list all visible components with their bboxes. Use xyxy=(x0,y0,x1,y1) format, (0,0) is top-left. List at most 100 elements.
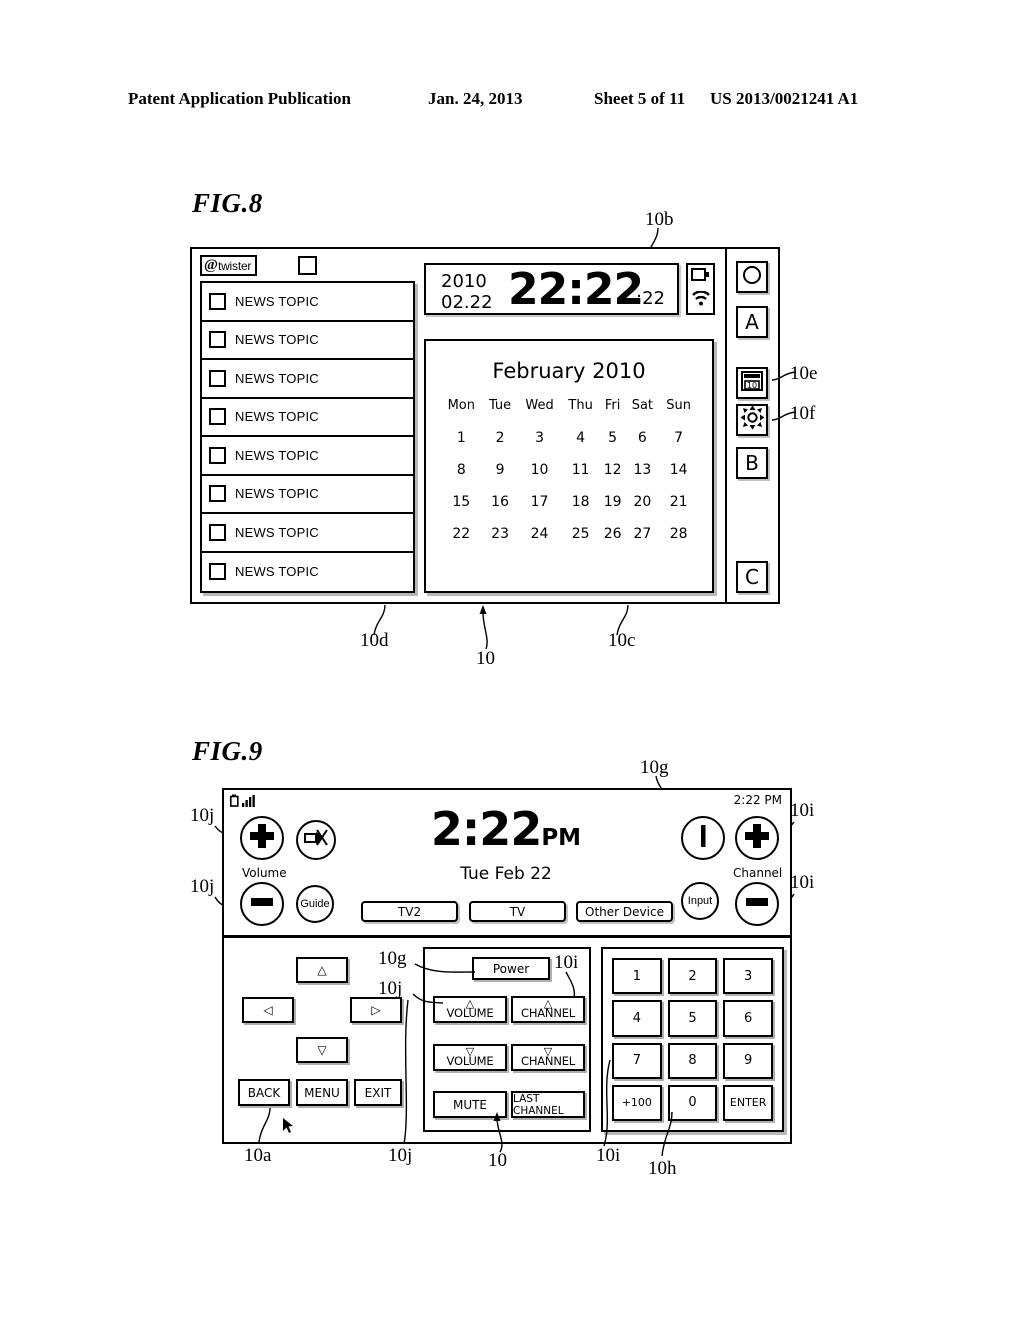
calendar-day[interactable]: 26 xyxy=(600,518,626,550)
calendar-day[interactable]: 10 xyxy=(518,454,562,486)
ref-10d: 10d xyxy=(360,630,389,651)
side-button-b-label: B xyxy=(745,451,759,475)
list-item[interactable]: NEWS TOPIC xyxy=(202,553,413,592)
calendar-day[interactable]: 24 xyxy=(518,518,562,550)
back-button[interactable]: BACK xyxy=(238,1079,290,1106)
header-checkbox[interactable] xyxy=(298,256,317,275)
exit-button[interactable]: EXIT xyxy=(354,1079,402,1106)
ref-10f: 10f xyxy=(790,403,816,424)
list-item[interactable]: NEWS TOPIC xyxy=(202,437,413,476)
ref-10a: 10a xyxy=(244,1145,272,1166)
clock-widget[interactable]: 2010 02.22 22:22 :22 xyxy=(424,263,679,315)
calendar-day[interactable]: 14 xyxy=(659,454,698,486)
calendar-day[interactable]: 11 xyxy=(562,454,600,486)
power-button[interactable] xyxy=(681,816,725,860)
panel-channel-up-button[interactable]: △ CHANNEL xyxy=(511,996,585,1023)
news-topic-list[interactable]: NEWS TOPIC NEWS TOPIC NEWS TOPIC NEWS TO… xyxy=(200,281,415,593)
dpad-right-button[interactable]: ▷ xyxy=(350,997,402,1023)
side-button-day-view[interactable]: 10 xyxy=(736,367,768,399)
input-button[interactable]: Input xyxy=(681,882,719,920)
calendar-day[interactable]: 15 xyxy=(440,486,483,518)
minus-icon xyxy=(249,895,275,913)
panel-power-button[interactable]: Power xyxy=(472,957,550,980)
side-button-b[interactable]: B xyxy=(736,447,768,479)
list-item[interactable]: NEWS TOPIC xyxy=(202,322,413,360)
calendar-day[interactable]: 28 xyxy=(659,518,698,550)
keypad-key[interactable]: 9 xyxy=(723,1042,773,1079)
checkbox-icon[interactable] xyxy=(209,331,226,349)
keypad-key[interactable]: 4 xyxy=(612,1000,662,1037)
keypad-key[interactable]: 1 xyxy=(612,958,662,995)
channel-down-button[interactable] xyxy=(735,882,779,926)
calendar-weekday-row: Mon Tue Wed Thu Fri Sat Sun xyxy=(440,397,698,422)
calendar-day[interactable]: 4 xyxy=(562,422,600,454)
mute-button[interactable] xyxy=(296,820,336,860)
calendar-day[interactable]: 13 xyxy=(626,454,660,486)
calendar-day[interactable]: 18 xyxy=(562,486,600,518)
calendar-day[interactable]: 6 xyxy=(626,422,660,454)
checkbox-icon[interactable] xyxy=(209,563,226,581)
guide-button[interactable]: Guide xyxy=(296,885,334,923)
list-item[interactable]: NEWS TOPIC xyxy=(202,514,413,553)
calendar-grid[interactable]: Mon Tue Wed Thu Fri Sat Sun 1 2 3 4 5 6 xyxy=(440,397,698,550)
calendar-day[interactable]: 16 xyxy=(483,486,518,518)
device-tab-other-device[interactable]: Other Device xyxy=(576,901,673,922)
calendar-day[interactable]: 1 xyxy=(440,422,483,454)
list-item[interactable]: NEWS TOPIC xyxy=(202,283,413,322)
checkbox-icon[interactable] xyxy=(209,369,226,387)
calendar-day[interactable]: 8 xyxy=(440,454,483,486)
calendar-day[interactable]: 12 xyxy=(600,454,626,486)
calendar-widget[interactable]: February 2010 Mon Tue Wed Thu Fri Sat Su… xyxy=(424,339,714,593)
panel-last-channel-button[interactable]: LAST CHANNEL xyxy=(511,1091,585,1118)
twister-logo-mark: @ xyxy=(204,257,218,273)
channel-up-button[interactable] xyxy=(735,816,779,860)
checkbox-icon[interactable] xyxy=(209,408,226,426)
keypad-key-enter[interactable]: ENTER xyxy=(723,1084,773,1121)
calendar-day[interactable]: 3 xyxy=(518,422,562,454)
calendar-day[interactable]: 21 xyxy=(659,486,698,518)
keypad-key[interactable]: 3 xyxy=(723,958,773,995)
list-item-label: NEWS TOPIC xyxy=(235,332,319,348)
keypad-key[interactable]: 2 xyxy=(667,958,718,995)
checkbox-icon[interactable] xyxy=(209,523,226,541)
device-tab-tv[interactable]: TV xyxy=(469,901,566,922)
calendar-day[interactable]: 9 xyxy=(483,454,518,486)
dpad-up-button[interactable]: △ xyxy=(296,957,348,983)
dpad-down-button[interactable]: ▽ xyxy=(296,1037,348,1063)
dpad-left-button[interactable]: ◁ xyxy=(242,997,294,1023)
device-tab-label: Other Device xyxy=(585,904,664,919)
side-button-circle[interactable] xyxy=(736,261,768,293)
checkbox-icon[interactable] xyxy=(209,446,226,464)
calendar-day[interactable]: 27 xyxy=(626,518,660,550)
leader-10j-bottom xyxy=(400,999,420,1146)
side-button-brightness[interactable] xyxy=(736,404,768,436)
side-button-a[interactable]: A xyxy=(736,306,768,338)
panel-channel-down-button[interactable]: ▽ CHANNEL xyxy=(511,1044,585,1071)
calendar-day[interactable]: 2 xyxy=(483,422,518,454)
list-item[interactable]: NEWS TOPIC xyxy=(202,476,413,514)
calendar-day[interactable]: 19 xyxy=(600,486,626,518)
checkbox-icon[interactable] xyxy=(209,292,226,310)
list-item[interactable]: NEWS TOPIC xyxy=(202,399,413,437)
keypad-key[interactable]: 5 xyxy=(667,1000,718,1037)
panel-volume-up-content: △ VOLUME xyxy=(446,998,494,1020)
status-icon-strip xyxy=(686,263,715,315)
panel-volume-down-button[interactable]: ▽ VOLUME xyxy=(433,1044,507,1071)
calendar-day[interactable]: 7 xyxy=(659,422,698,454)
panel-volume-up-label: VOLUME xyxy=(446,1005,494,1020)
checkbox-icon[interactable] xyxy=(209,485,226,503)
calendar-day[interactable]: 20 xyxy=(626,486,660,518)
keypad-key[interactable]: 6 xyxy=(723,1000,773,1037)
calendar-day[interactable]: 17 xyxy=(518,486,562,518)
volume-down-button[interactable] xyxy=(240,882,284,926)
menu-button[interactable]: MENU xyxy=(296,1079,348,1106)
device-tab-tv2[interactable]: TV2 xyxy=(361,901,458,922)
list-item[interactable]: NEWS TOPIC xyxy=(202,360,413,399)
keypad-key[interactable]: 8 xyxy=(667,1042,718,1079)
calendar-day[interactable]: 25 xyxy=(562,518,600,550)
calendar-day[interactable]: 22 xyxy=(440,518,483,550)
side-button-c[interactable]: C xyxy=(736,561,768,593)
calendar-day[interactable]: 23 xyxy=(483,518,518,550)
calendar-day[interactable]: 5 xyxy=(600,422,626,454)
volume-up-button[interactable] xyxy=(240,816,284,860)
